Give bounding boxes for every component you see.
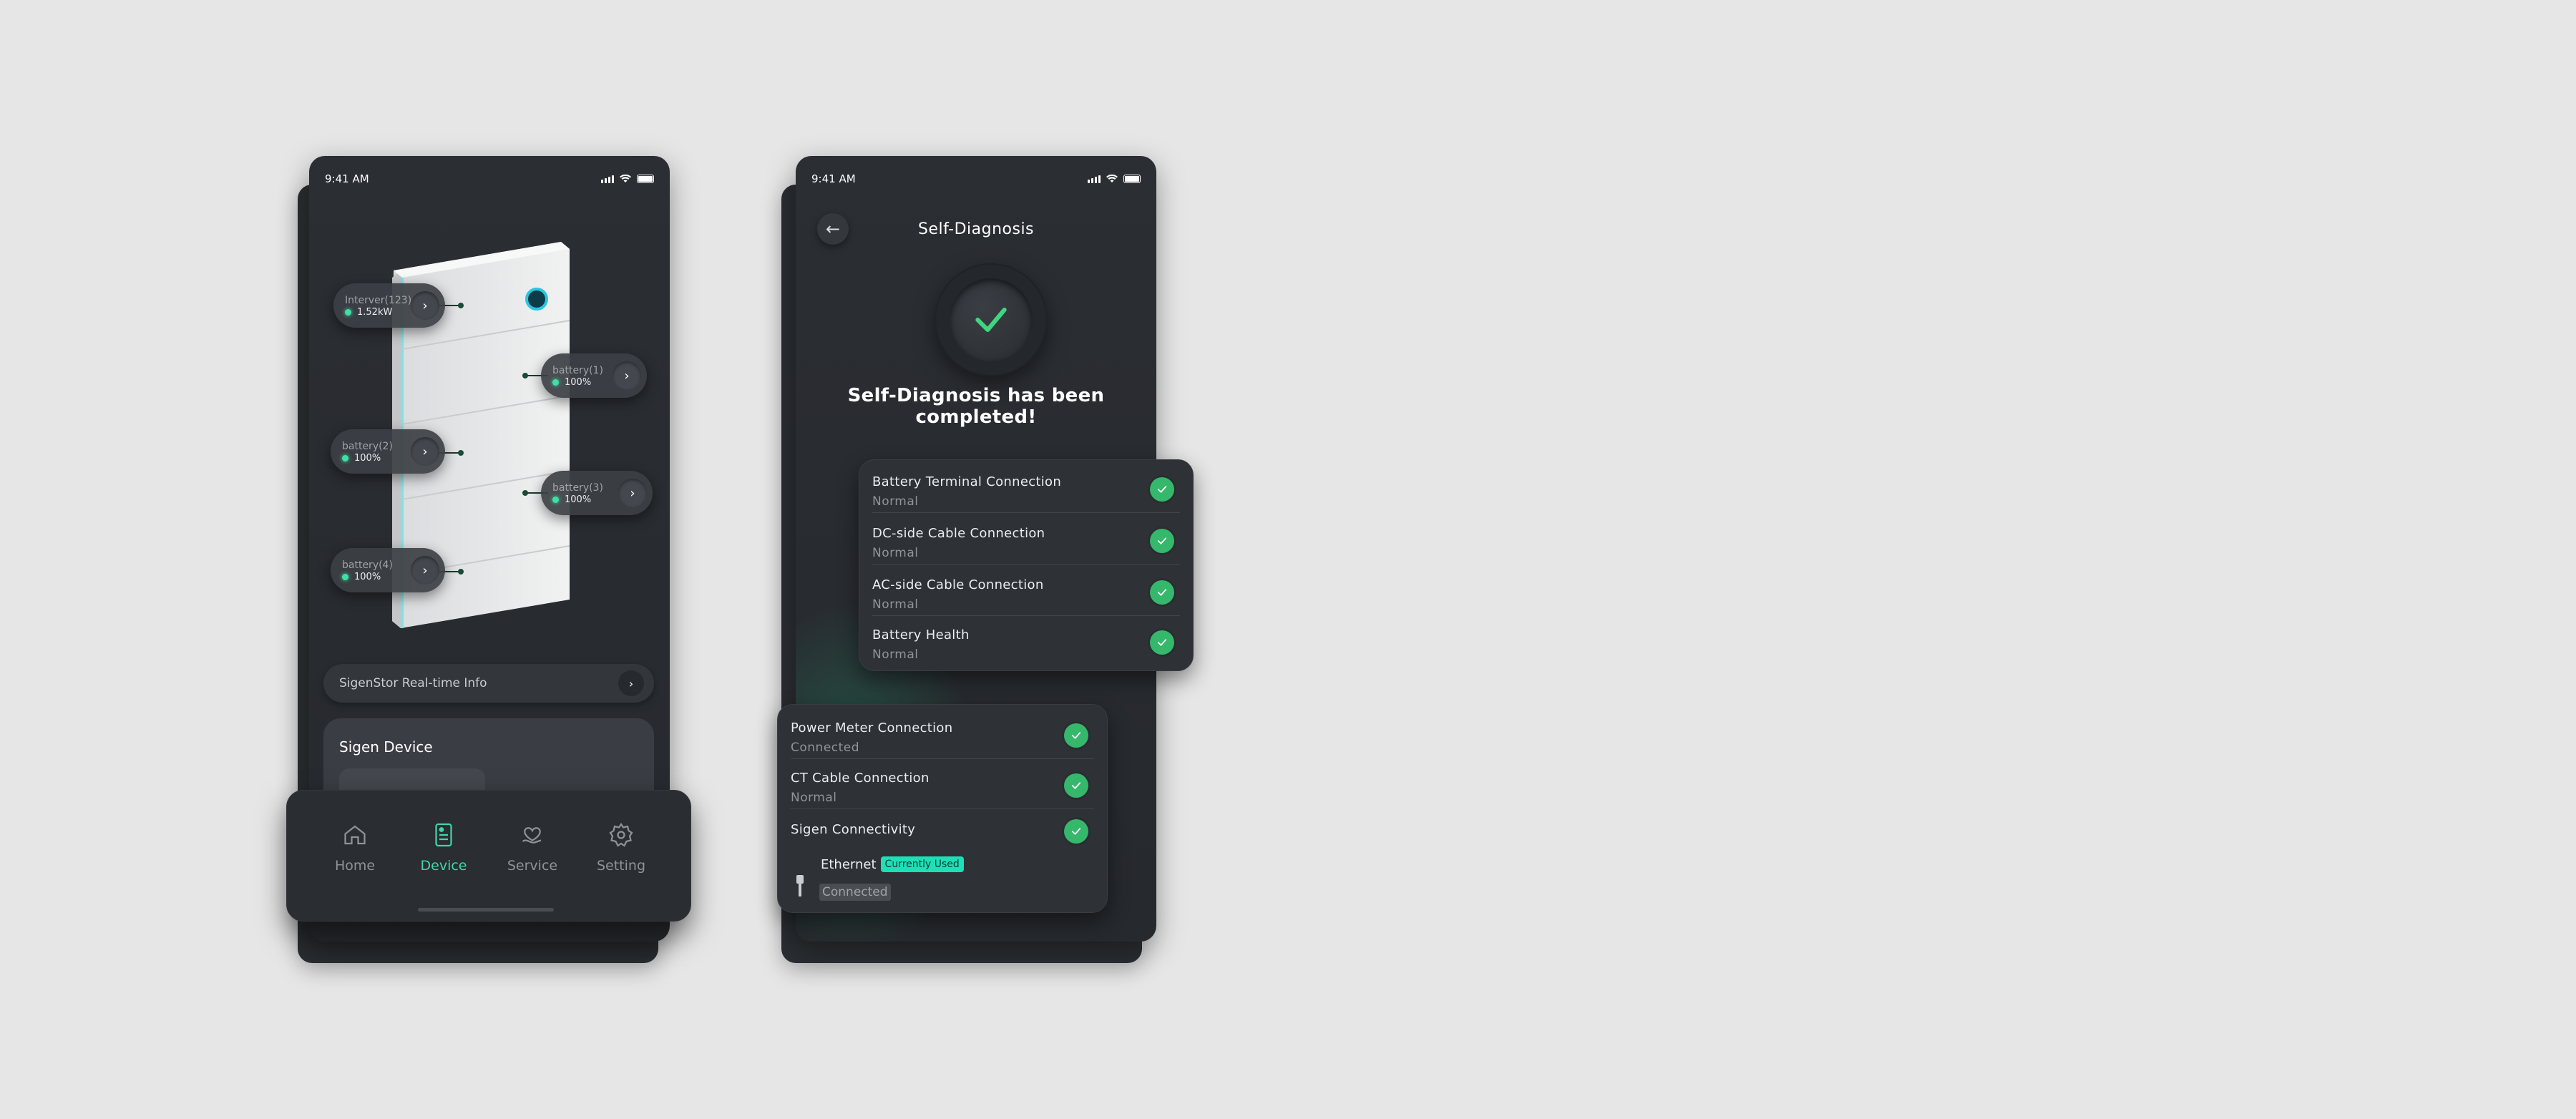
chevron-right-icon[interactable]: › [613,361,641,390]
realtime-info-label: SigenStor Real-time Info [339,676,487,690]
check-circle-icon [1150,477,1174,502]
check-row: Power Meter Connection Connected [791,710,1094,759]
ethernet-status: Connected [819,884,891,901]
wifi-icon [620,175,631,182]
check-status: Normal [872,648,919,662]
battery-status-icon [637,175,654,183]
tab-setting[interactable]: Setting [589,822,653,874]
callout-value: 100% [342,572,393,582]
service-icon [522,827,542,844]
callout-battery-4[interactable]: battery(4) 100% › [331,548,445,592]
check-row: Sigen Connectivity [791,812,1094,844]
check-status: Normal [872,546,919,560]
check-row: Battery Terminal Connection Normal [872,464,1180,513]
status-dot [552,496,559,503]
completion-message: Self-Diagnosis has been completed! [847,385,1105,428]
page-title: Self-Diagnosis [917,220,1035,238]
check-status: Normal [872,597,919,612]
callout-leader-dot [458,569,464,575]
ethernet-plug-icon [796,875,804,896]
check-row: CT Cable Connection Normal [791,761,1094,809]
check-name: Sigen Connectivity [791,822,916,837]
status-dot [342,573,348,580]
check-icon [975,307,1007,333]
check-row: Battery Health Normal [872,617,1180,666]
callout-value: 100% [342,453,393,464]
callout-leader-dot [522,490,528,496]
check-status: Normal [872,494,919,509]
signal-icon [601,175,614,183]
check-name: Battery Health [872,627,970,642]
battery-status-icon [1123,175,1141,183]
realtime-info-button[interactable]: SigenStor Real-time Info › [323,664,654,703]
bottom-tab-bar: Home Device Service Setting [286,790,691,922]
callout-label: battery(3) [552,482,603,494]
tab-label: Home [334,858,376,874]
gear-icon [609,822,633,847]
check-name: Battery Terminal Connection [872,474,1062,489]
callout-leader-dot [458,450,464,456]
callout-battery-1[interactable]: battery(1) 100% › [541,353,647,398]
home-icon [344,825,366,845]
callout-battery-3[interactable]: battery(3) 100% › [541,471,653,515]
check-name: CT Cable Connection [791,771,930,786]
tab-label: Service [507,858,558,874]
diagnosis-card-battery: Battery Terminal Connection Normal DC-si… [859,459,1194,671]
status-time: 9:41 AM [325,172,369,185]
check-circle-icon [1064,819,1088,844]
check-circle-icon [1150,529,1174,553]
status-dot [345,308,351,316]
callout-label: Interver(123) [345,294,412,306]
callout-value: 100% [552,377,603,388]
success-badge [936,265,1046,375]
check-name: DC-side Cable Connection [872,526,1045,541]
chevron-right-icon[interactable]: › [411,437,439,466]
tab-label: Device [420,858,467,874]
check-row: DC-side Cable Connection Normal [872,516,1180,565]
tab-device[interactable]: Device [411,822,476,874]
tab-home[interactable]: Home [323,822,387,874]
callout-leader-dot [458,303,464,308]
check-status: Normal [791,791,837,805]
status-bar: 9:41 AM [811,172,1141,186]
check-circle-icon [1064,723,1088,748]
tab-service[interactable]: Service [500,822,565,874]
check-name: Power Meter Connection [791,720,953,736]
status-dot [552,378,559,386]
callout-label: battery(2) [342,440,393,452]
callout-inverter[interactable]: Interver(123) 1.52kW › [333,283,445,328]
callout-value: 100% [552,494,603,505]
status-icons [601,175,654,183]
chevron-right-icon[interactable]: › [411,291,439,320]
wifi-icon [1106,175,1118,182]
device-icon [435,823,452,847]
card-title: Sigen Device [339,738,433,756]
signal-icon [1088,175,1101,183]
check-row: AC-side Cable Connection Normal [872,567,1180,616]
check-name: AC-side Cable Connection [872,577,1044,592]
status-icons [1088,175,1141,183]
check-circle-icon [1150,630,1174,655]
tab-label: Setting [596,858,646,874]
currently-used-badge: Currently Used [880,856,964,872]
home-indicator [418,908,554,912]
check-circle-icon [1150,580,1174,605]
check-status: Connected [791,741,860,755]
callout-leader-dot [522,373,528,378]
callout-battery-2[interactable]: battery(2) 100% › [331,429,445,474]
status-dot [342,454,348,461]
status-time: 9:41 AM [811,172,856,185]
callout-label: battery(1) [552,364,603,376]
ethernet-label: Ethernet [821,856,877,872]
status-bar: 9:41 AM [325,172,654,186]
chevron-right-icon[interactable]: › [618,479,647,507]
diagnosis-card-connectivity: Power Meter Connection Connected CT Cabl… [777,704,1108,913]
chevron-right-icon: › [618,670,644,696]
check-circle-icon [1064,773,1088,798]
chevron-right-icon[interactable]: › [411,556,439,585]
callout-label: battery(4) [342,559,393,571]
ethernet-row: Ethernet Currently Used [821,856,964,872]
callout-value: 1.52kW [345,307,411,318]
